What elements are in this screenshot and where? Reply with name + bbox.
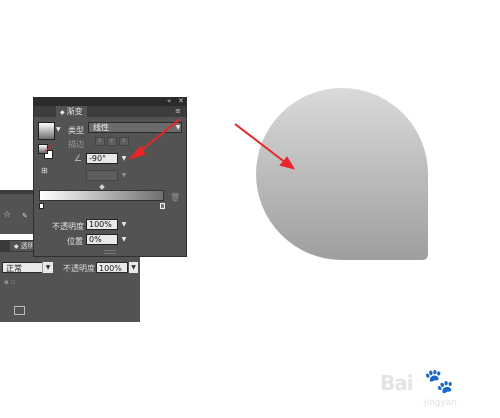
gradient-panel: « ✕ ◆ 渐变 ≡ ▼ 类型 线性 ▼ 描边 F F F ∠ -90° ▼ ⊞ …	[33, 97, 187, 257]
chevron-down-icon[interactable]: ▼	[120, 170, 128, 181]
gradient-stop-end[interactable]	[160, 203, 165, 209]
tab-gradient[interactable]: ◆ 渐变	[56, 106, 87, 117]
chevron-down-icon[interactable]: ▼	[42, 262, 53, 273]
stroke-label: 描边	[68, 140, 84, 149]
stroke-mode-1-icon[interactable]: F	[95, 137, 105, 146]
gradient-type-select[interactable]: 线性	[88, 122, 182, 133]
watermark-sub: jingyan	[424, 398, 457, 408]
chevron-down-icon[interactable]: ▼	[120, 219, 128, 230]
tab-arrow-icon: ◆	[60, 109, 65, 116]
paw-icon: 🐾	[424, 367, 454, 395]
aspect-ratio-input[interactable]	[86, 170, 118, 181]
gradient-swatch[interactable]	[38, 122, 55, 140]
teardrop-shape[interactable]	[254, 88, 430, 262]
chevron-down-icon[interactable]: ▼	[120, 153, 128, 164]
watermark-brand: Bai	[380, 371, 414, 395]
chevron-down-icon[interactable]: ▼	[174, 122, 182, 133]
chevron-down-icon[interactable]: ▼	[56, 126, 61, 133]
gradient-slider[interactable]	[39, 190, 164, 201]
panel-titlebar[interactable]: « ✕	[34, 97, 186, 106]
stroke-mode-2-icon[interactable]: F	[107, 137, 117, 146]
chevron-down-icon[interactable]: ▼	[120, 234, 128, 245]
chevron-down-icon[interactable]: ▼	[129, 262, 138, 273]
mask-icon[interactable]	[14, 306, 25, 315]
angle-icon: ∠	[74, 154, 83, 164]
angle-input[interactable]: -90°	[86, 153, 118, 164]
aspect-ratio-icon: ⊞	[41, 166, 48, 175]
star-icon[interactable]: ☆	[3, 210, 11, 220]
type-label: 类型	[68, 126, 84, 135]
resize-grip[interactable]	[104, 250, 116, 254]
opacity-label: 不透明度	[52, 222, 84, 231]
panel-menu-icon[interactable]: ≡	[175, 106, 181, 117]
stroke-panel-fragment: ☆ ✎	[0, 190, 33, 234]
delete-stop-icon[interactable]: 🗑	[170, 193, 180, 202]
opacity-input[interactable]: 100%	[86, 219, 118, 230]
brush-icon[interactable]: ✎	[22, 212, 28, 220]
fill-stroke-toggle[interactable]	[38, 142, 55, 160]
gradient-stop-start[interactable]	[39, 203, 44, 209]
tab-arrow-icon: ◆	[14, 243, 19, 250]
position-input[interactable]: 0%	[86, 234, 118, 245]
stroke-mode-3-icon[interactable]: F	[119, 137, 129, 146]
watermark-logo: Bai 🐾 jingyan	[380, 367, 498, 415]
close-icon[interactable]: ✕	[178, 97, 184, 105]
midpoint-diamond[interactable]	[99, 184, 105, 190]
collapse-icon[interactable]: «	[167, 97, 171, 105]
transparency-opacity-input[interactable]: 100%	[96, 262, 128, 273]
gradient-panel-header: ◆ 渐变 ≡	[34, 106, 186, 117]
transparency-opacity-label: 不透明度	[63, 264, 95, 273]
preview-thumbnail: ▪ ▫	[4, 278, 16, 286]
position-label: 位置	[67, 237, 83, 246]
